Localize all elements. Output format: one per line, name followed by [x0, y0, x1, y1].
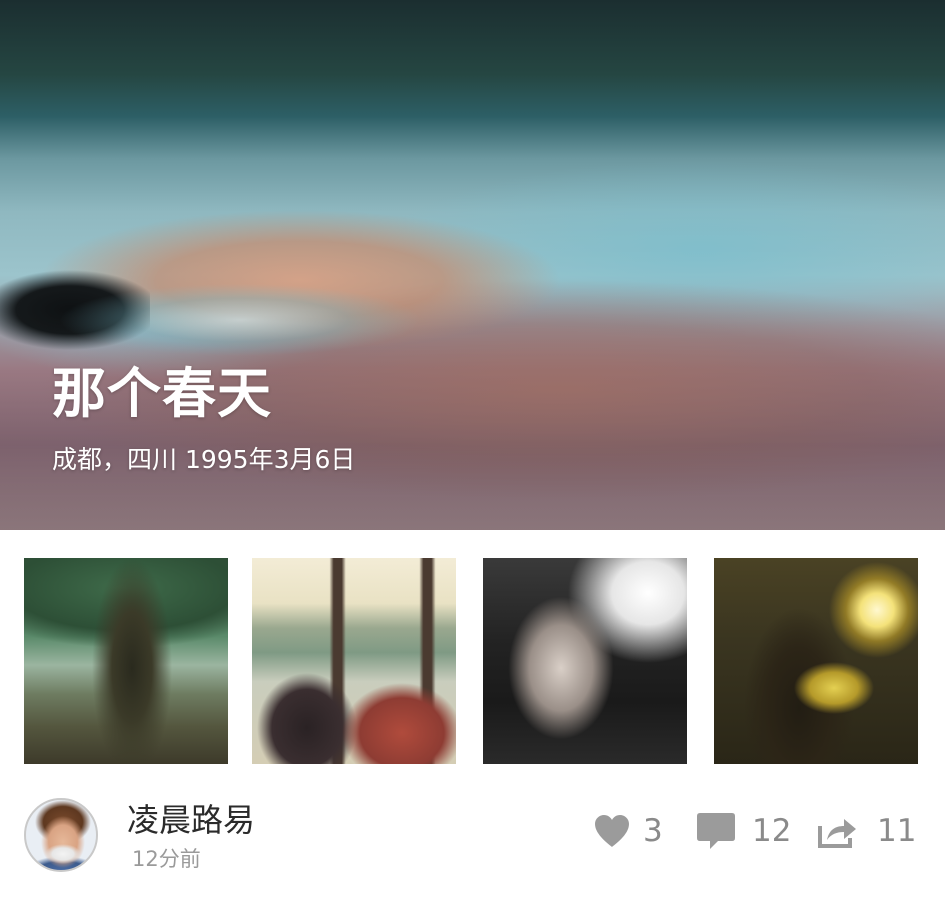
like-button[interactable]: 3	[593, 810, 663, 852]
post-location-date: 成都，四川 1995年3月6日	[52, 445, 356, 474]
comment-button[interactable]: 12	[696, 810, 791, 852]
author-name[interactable]: 凌晨路易	[127, 800, 255, 840]
comment-icon	[697, 813, 735, 849]
thumbnail-photo-1[interactable]	[24, 558, 228, 764]
share-button[interactable]: 11	[817, 810, 916, 852]
share-icon	[818, 819, 856, 848]
heart-icon	[595, 815, 629, 847]
thumbnail-photo-3[interactable]	[483, 558, 687, 764]
thumbnail-photo-4[interactable]	[714, 558, 918, 764]
like-count: 3	[643, 813, 663, 849]
post-time: 12分前	[132, 847, 201, 871]
post-title: 那个春天	[52, 362, 272, 425]
hero-image[interactable]: 那个春天 成都，四川 1995年3月6日	[0, 0, 945, 530]
comment-count: 12	[752, 813, 792, 849]
thumbnail-photo-2[interactable]	[252, 558, 456, 764]
author-avatar[interactable]	[24, 798, 98, 872]
share-count: 11	[877, 813, 917, 849]
